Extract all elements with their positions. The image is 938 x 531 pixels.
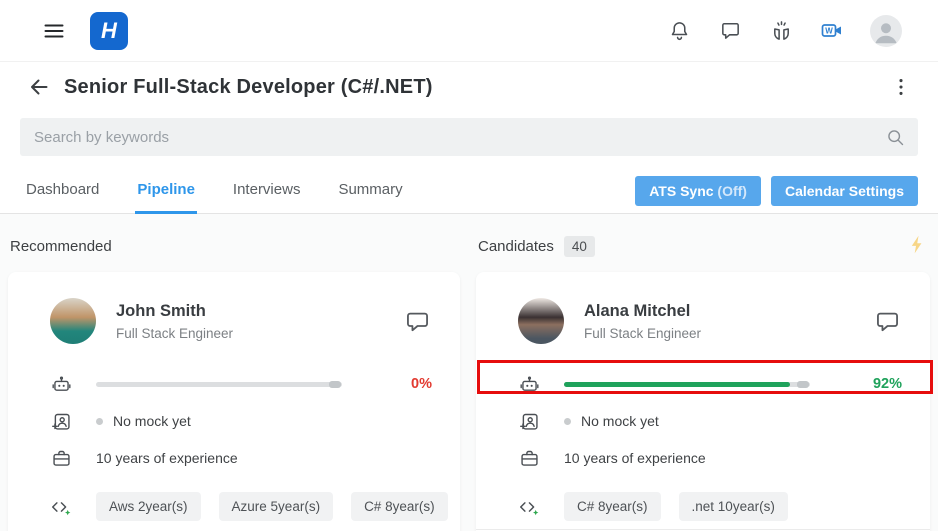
experience-row: 10 years of experience [50,446,432,470]
skill-pill[interactable]: .net 10year(s) [678,492,788,521]
match-score-row: 92% [518,372,902,396]
tab-dashboard[interactable]: Dashboard [24,168,101,214]
back-arrow-icon[interactable] [26,74,52,100]
briefcase-icon [50,448,72,469]
page-title: Senior Full-Stack Developer (C#/.NET) [64,75,433,98]
tab-summary[interactable]: Summary [336,168,404,214]
candidate-card-john-smith[interactable]: John Smith Full Stack Engineer 0% No moc… [8,272,460,531]
svg-text:W: W [825,26,833,35]
user-avatar[interactable] [870,14,902,47]
app-logo[interactable]: H [90,11,128,50]
candidate-names: Alana Mitchel Full Stack Engineer [584,302,701,341]
skill-pill[interactable]: Azure 5year(s) [218,492,334,521]
interview-robot-icon [50,374,72,395]
page-header: Senior Full-Stack Developer (C#/.NET) [0,62,938,112]
candidates-title: Candidates [478,237,554,255]
card-header: John Smith Full Stack Engineer [50,298,432,344]
tab-interviews[interactable]: Interviews [231,168,303,214]
hamburger-menu-icon[interactable] [40,17,68,45]
ats-sync-label: ATS Sync [649,182,714,199]
candidate-name: John Smith [116,301,206,320]
search-bar-row [0,112,938,168]
skill-pills: Aws 2year(s) Azure 5year(s) C# 8year(s) [96,492,448,521]
code-skills-icon [518,496,540,518]
skill-pill[interactable]: C# 8year(s) [351,492,448,521]
search-input[interactable] [20,118,918,156]
match-percent-value: 92% [872,376,902,392]
lightning-bolt-icon[interactable] [907,234,928,259]
top-bar: H W [0,0,938,62]
candidate-name: Alana Mitchel [584,301,691,320]
notifications-bell-icon[interactable] [666,18,692,44]
skill-pill[interactable]: C# 8year(s) [564,492,661,521]
tab-actions: ATS Sync (Off) Calendar Settings [635,168,918,213]
calendar-settings-button[interactable]: Calendar Settings [770,175,918,206]
candidates-column: Candidates 40 Alana Mitchel Full Stack E… [476,232,930,531]
mock-interview-icon [50,411,72,432]
candidate-names: John Smith Full Stack Engineer [116,302,233,341]
skills-row: Aws 2year(s) Azure 5year(s) C# 8year(s) [50,492,448,521]
experience-row: 10 years of experience [518,446,902,470]
pipeline-content: Recommended John Smith Full Stack Engine… [0,214,938,531]
tabs-nav: Dashboard Pipeline Interviews Summary [24,168,405,214]
candidate-role: Full Stack Engineer [584,325,702,341]
skill-pills: C# 8year(s) .net 10year(s) [564,492,788,521]
search-box [20,118,918,156]
app-logo-letter: H [101,17,117,43]
candidate-avatar [50,298,96,344]
candidate-card-alana-mitchel[interactable]: Alana Mitchel Full Stack Engineer 92% No… [476,272,930,531]
recommended-column: Recommended John Smith Full Stack Engine… [8,232,460,531]
card-header: Alana Mitchel Full Stack Engineer [518,298,902,344]
match-percent-value: 0% [411,376,432,392]
candidate-avatar [518,298,564,344]
tabs-row: Dashboard Pipeline Interviews Summary AT… [0,168,938,214]
ats-sync-state: (Off) [717,182,747,199]
messages-chat-icon[interactable] [717,18,743,44]
ats-sync-button[interactable]: ATS Sync (Off) [635,175,761,206]
mock-interview-icon [518,411,540,432]
more-options-kebab-icon[interactable] [888,74,914,100]
match-score-row: 0% [50,372,432,396]
top-bar-actions: W [666,14,902,47]
briefcase-icon [518,448,540,469]
mock-status-text: No mock yet [113,413,191,429]
experience-text: 10 years of experience [96,450,238,466]
mock-status-row: No mock yet [50,409,432,433]
match-progress-knob[interactable] [797,380,809,388]
match-progress-bar[interactable] [96,380,342,388]
match-progress-knob[interactable] [329,380,341,388]
code-skills-icon [50,496,72,518]
experience-text: 10 years of experience [564,450,706,466]
interview-robot-icon [518,374,540,395]
video-meeting-icon[interactable]: W [819,18,845,44]
celebration-hands-icon[interactable] [768,18,794,44]
search-icon[interactable] [885,127,906,153]
candidate-role: Full Stack Engineer [116,325,234,341]
match-progress-fill [564,381,791,387]
message-candidate-icon[interactable] [402,306,432,336]
candidates-header: Candidates 40 [478,234,928,258]
app-root: H W Senior Full-Stack Developer (C#/.NET [0,0,938,531]
card-section-divider [476,529,930,530]
skills-row: C# 8year(s) .net 10year(s) [518,492,902,521]
message-candidate-icon[interactable] [872,306,902,336]
mock-status-dot [96,417,103,425]
mock-status-text: No mock yet [581,413,659,429]
recommended-title: Recommended [10,237,112,255]
match-progress-bar[interactable] [564,380,810,388]
candidates-count-badge: 40 [563,235,595,257]
skill-pill[interactable]: Aws 2year(s) [96,492,201,521]
mock-status-row: No mock yet [518,409,902,433]
tab-pipeline[interactable]: Pipeline [135,168,197,214]
mock-status-dot [564,417,571,425]
recommended-header: Recommended [10,234,458,258]
